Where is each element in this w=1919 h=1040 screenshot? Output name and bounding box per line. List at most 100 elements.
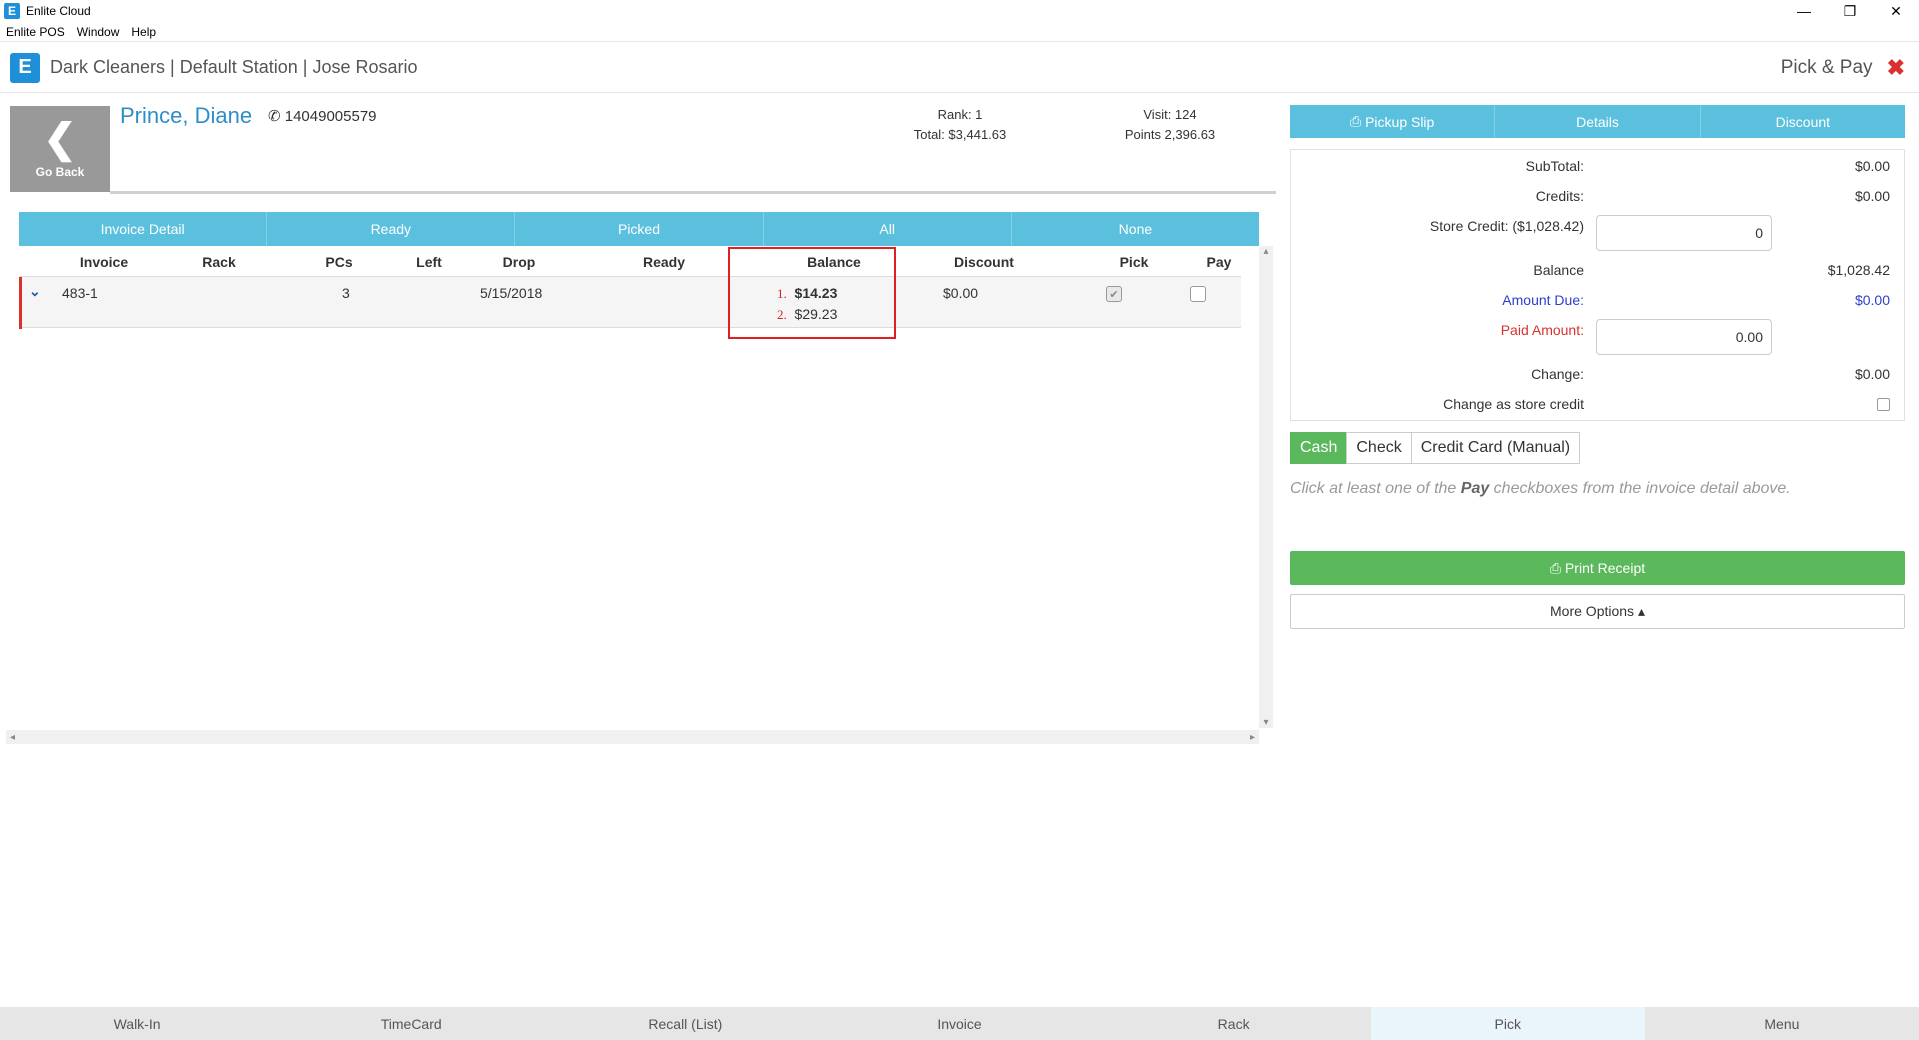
pay-message-pre: Click at least one of the (1290, 480, 1461, 497)
balance-highlight-box (728, 247, 896, 339)
change-store-credit-label: Change as store credit (1443, 396, 1584, 412)
filter-none[interactable]: None (1012, 212, 1259, 246)
customer-visit-points: Visit: 124 Points 2,396.63 (1110, 105, 1230, 145)
table-header-row: Invoice Rack PCs Left Drop Ready Balance… (19, 246, 1241, 278)
cell-discount: $0.00 (943, 285, 979, 301)
app-logo-icon: E (4, 3, 20, 19)
invoice-filter-bar: Invoice Detail Ready Picked All None (19, 212, 1259, 246)
table-vertical-scrollbar[interactable]: ▴ ▾ (1259, 246, 1273, 728)
nav-recall-list[interactable]: Recall (List) (548, 1007, 822, 1040)
paid-amount-label: Paid Amount: (1500, 322, 1584, 338)
nav-rack[interactable]: Rack (1097, 1007, 1371, 1040)
header-logo-icon: E (10, 52, 40, 83)
table-horizontal-scrollbar[interactable]: ◂ ▸ (6, 730, 1259, 744)
scroll-left-icon[interactable]: ◂ (10, 732, 15, 743)
col-drop: Drop (502, 254, 536, 270)
nav-menu[interactable]: Menu (1645, 1007, 1919, 1040)
close-window-button[interactable]: ✕ (1873, 0, 1919, 22)
customer-points: Points 2,396.63 (1124, 127, 1216, 142)
menu-help[interactable]: Help (125, 25, 162, 39)
right-panel-tabs: ⎙ Pickup Slip Details Discount (1290, 105, 1905, 138)
pay-message-bold: Pay (1460, 480, 1490, 497)
tab-pickup-slip-label: Pickup Slip (1365, 113, 1435, 130)
col-left: Left (416, 254, 442, 270)
filter-picked[interactable]: Picked (515, 212, 764, 246)
customer-visit: Visit: 124 (1143, 107, 1197, 122)
customer-name[interactable]: Prince, Diane (120, 103, 252, 129)
col-pcs: PCs (325, 254, 353, 270)
pick-checkbox[interactable]: ✔ (1106, 286, 1122, 302)
amount-due-label: Amount Due: (1502, 292, 1584, 308)
scroll-right-icon[interactable]: ▸ (1250, 732, 1255, 743)
printer-icon: ⎙ (1349, 113, 1362, 129)
pay-method-cash[interactable]: Cash (1290, 432, 1348, 464)
payment-method-tabs: Cash Check Credit Card (Manual) (1290, 432, 1581, 464)
header-title: Dark Cleaners | Default Station | Jose R… (50, 57, 418, 77)
scroll-up-icon[interactable]: ▴ (1259, 246, 1273, 257)
customer-rank: Rank: 1 (937, 107, 983, 122)
col-invoice: Invoice (79, 254, 129, 270)
balance-value: $1,028.42 (1827, 262, 1890, 278)
col-discount: Discount (954, 254, 1014, 270)
store-credit-input[interactable]: 0 (1596, 215, 1772, 251)
customer-rank-total: Rank: 1 Total: $3,441.63 (900, 105, 1020, 145)
window-controls: — ❐ ✕ (1781, 0, 1919, 22)
nav-pick[interactable]: Pick (1370, 1007, 1645, 1040)
cell-pcs: 3 (342, 285, 350, 301)
phone-icon: ✆ (268, 108, 281, 125)
tab-pickup-slip[interactable]: ⎙ Pickup Slip (1290, 105, 1496, 138)
chevron-left-icon: ❮ (43, 117, 77, 161)
restore-button[interactable]: ❐ (1827, 0, 1873, 22)
tab-discount[interactable]: Discount (1701, 105, 1905, 138)
filter-ready[interactable]: Ready (267, 212, 516, 246)
subtotal-value: $0.00 (1854, 158, 1890, 174)
customer-phone: ✆ 14049005579 (268, 107, 377, 125)
printer-icon: ⎙ (1549, 559, 1562, 576)
header-right: Pick & Pay ✖ (1781, 43, 1905, 93)
amount-due-value: $0.00 (1854, 292, 1890, 308)
subtotal-label: SubTotal: (1525, 158, 1584, 174)
bottom-navigation: Walk-In TimeCard Recall (List) Invoice R… (0, 1007, 1919, 1040)
minimize-button[interactable]: — (1781, 0, 1827, 22)
menu-window[interactable]: Window (71, 25, 126, 39)
menu-enlite-pos[interactable]: Enlite POS (0, 25, 71, 39)
tab-details[interactable]: Details (1495, 105, 1701, 138)
customer-divider (110, 191, 1276, 194)
balance-label: Balance (1533, 262, 1584, 278)
pay-instruction-message: Click at least one of the Pay checkboxes… (1290, 480, 1791, 498)
print-receipt-label: Print Receipt (1564, 560, 1646, 576)
scroll-down-icon[interactable]: ▾ (1259, 717, 1273, 728)
page-title: Pick & Pay (1780, 57, 1873, 78)
app-header: E Dark Cleaners | Default Station | Jose… (0, 43, 1919, 93)
chevron-down-icon[interactable]: ⌄ (29, 283, 41, 300)
go-back-button[interactable]: ❮ Go Back (10, 106, 110, 192)
filter-invoice-detail[interactable]: Invoice Detail (19, 212, 268, 246)
store-credit-label: Store Credit: ($1,028.42) (1429, 218, 1584, 234)
nav-timecard[interactable]: TimeCard (274, 1007, 548, 1040)
credits-value: $0.00 (1854, 188, 1890, 204)
pay-checkbox[interactable] (1190, 286, 1206, 302)
filter-all[interactable]: All (764, 212, 1012, 246)
nav-invoice[interactable]: Invoice (822, 1007, 1096, 1040)
credits-label: Credits: (1535, 188, 1584, 204)
col-rack: Rack (202, 254, 236, 270)
paid-amount-input[interactable]: 0.00 (1596, 319, 1772, 355)
pay-method-check[interactable]: Check (1346, 432, 1412, 464)
print-receipt-button[interactable]: ⎙ Print Receipt (1290, 551, 1905, 585)
window-title: Enlite Cloud (26, 4, 91, 18)
table-row[interactable]: ⌄ 483-1 3 5/15/2018 1. $14.23 2. $29.23 … (19, 276, 1241, 329)
cell-invoice: 483-1 (62, 285, 98, 301)
col-ready: Ready (642, 254, 686, 270)
cell-drop: 5/15/2018 (480, 285, 543, 301)
row-selected-marker (19, 277, 22, 329)
change-store-credit-checkbox[interactable] (1877, 398, 1890, 411)
pay-message-post: checkboxes from the invoice detail above… (1489, 480, 1791, 497)
close-page-icon[interactable]: ✖ (1887, 55, 1905, 81)
change-value: $0.00 (1854, 366, 1890, 382)
window-titlebar: E Enlite Cloud — ❐ ✕ (0, 0, 1919, 22)
change-label: Change: (1531, 366, 1584, 382)
more-options-button[interactable]: More Options ▴ (1290, 594, 1905, 629)
nav-walk-in[interactable]: Walk-In (0, 1007, 274, 1040)
customer-total: Total: $3,441.63 (913, 127, 1007, 142)
pay-method-credit-card[interactable]: Credit Card (Manual) (1410, 432, 1581, 464)
